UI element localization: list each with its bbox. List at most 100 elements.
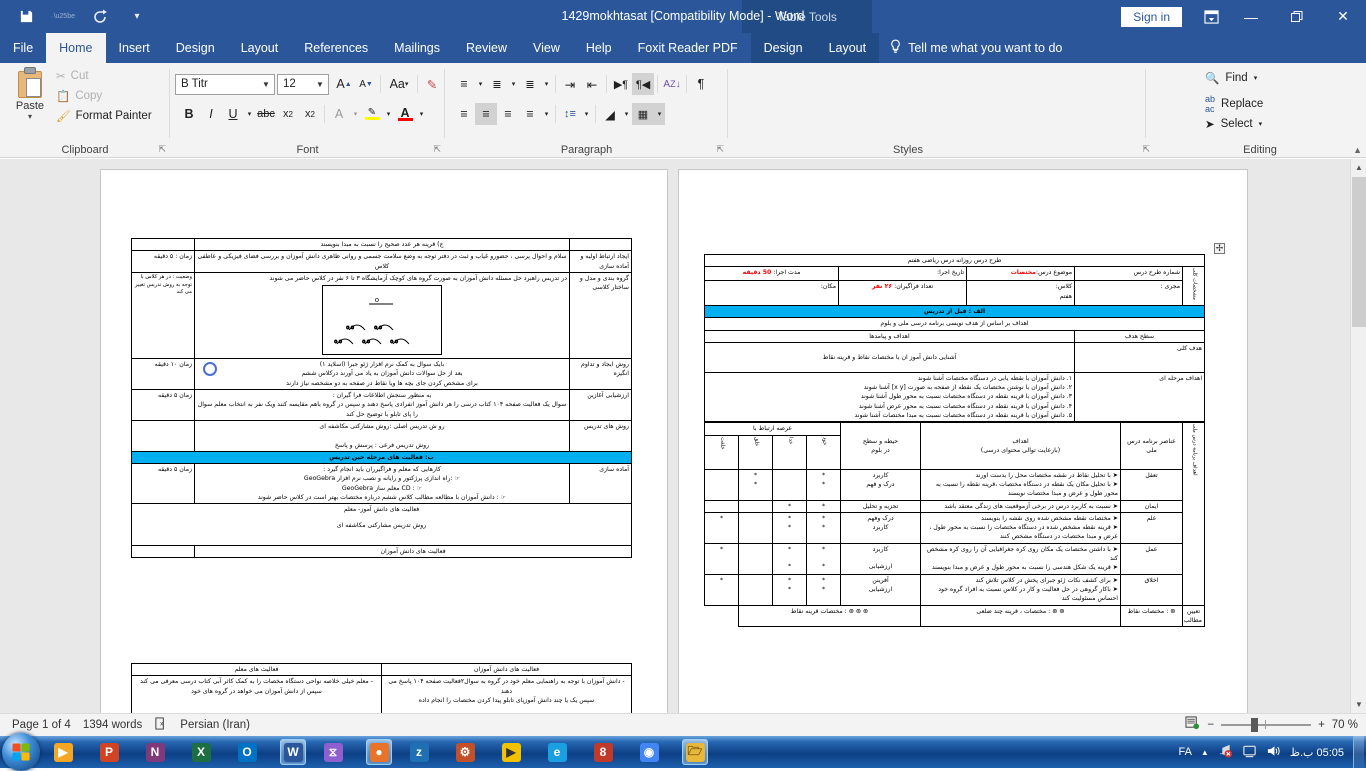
grow-font-icon[interactable]: A ▲: [333, 73, 355, 95]
shading-dropdown-icon[interactable]: ▾: [621, 103, 632, 125]
show-desktop-button[interactable]: [1353, 736, 1364, 768]
web-layout-icon[interactable]: [1185, 716, 1200, 733]
scroll-up-icon[interactable]: ▲: [1351, 159, 1366, 176]
multilevel-list-icon[interactable]: ≣: [519, 73, 541, 95]
tab-foxit-reader-pdf[interactable]: Foxit Reader PDF: [625, 33, 751, 63]
save-icon[interactable]: [14, 5, 38, 29]
media-player-classic-icon[interactable]: ▶: [498, 739, 524, 765]
customize-qat-icon[interactable]: ▾: [125, 5, 149, 29]
vertical-scrollbar[interactable]: ▲ ▼: [1350, 159, 1366, 713]
chevron-down-icon[interactable]: ▼: [258, 80, 274, 89]
network-error-icon[interactable]: [1218, 744, 1233, 761]
table-move-handle[interactable]: ✢: [1214, 243, 1225, 254]
mrt-tool-icon[interactable]: ⚙: [452, 739, 478, 765]
language-indicator-tray[interactable]: FA: [1178, 746, 1191, 758]
tab-table-design[interactable]: Design: [751, 33, 816, 63]
tab-mailings[interactable]: Mailings: [381, 33, 453, 63]
chevron-down-icon[interactable]: ▼: [312, 80, 328, 89]
strikethrough-icon[interactable]: abc: [255, 103, 277, 125]
borders-dropdown-icon[interactable]: ▾: [654, 103, 665, 125]
clock[interactable]: 05:05 ب.ظ: [1290, 746, 1344, 759]
tab-review[interactable]: Review: [453, 33, 520, 63]
action-center-icon[interactable]: [1242, 744, 1257, 761]
format-painter-button[interactable]: 🖌 Format Painter: [56, 109, 152, 123]
justify-dropdown-icon[interactable]: ▾: [541, 103, 552, 125]
change-case-icon[interactable]: Aa ▾: [384, 73, 414, 95]
outlook-icon[interactable]: O: [234, 739, 260, 765]
movie-maker-icon[interactable]: ⧖: [320, 739, 346, 765]
scroll-down-icon[interactable]: ▼: [1351, 696, 1366, 713]
tab-help[interactable]: Help: [573, 33, 625, 63]
multilevel-dropdown-icon[interactable]: ▾: [541, 73, 552, 95]
italic-icon[interactable]: I: [200, 103, 222, 125]
font-color-dropdown-icon[interactable]: ▾: [416, 103, 427, 125]
zarinpal-icon[interactable]: z: [406, 739, 432, 765]
subscript-icon[interactable]: x2: [277, 103, 299, 125]
onenote-icon[interactable]: N: [142, 739, 168, 765]
numbering-icon[interactable]: ≣: [486, 73, 508, 95]
close-button[interactable]: ✕: [1320, 0, 1366, 33]
sort-icon[interactable]: A Z ↓: [661, 73, 683, 95]
tab-home[interactable]: Home: [46, 33, 106, 63]
scrollbar-thumb[interactable]: [1352, 177, 1366, 327]
ltr-text-direction-icon[interactable]: ▶¶: [610, 73, 632, 95]
select-dropdown-icon[interactable]: ▾: [1259, 120, 1263, 128]
restore-button[interactable]: [1274, 0, 1320, 33]
google-chrome-icon[interactable]: ◉: [636, 739, 662, 765]
superscript-icon[interactable]: x2: [299, 103, 321, 125]
decrease-indent-icon[interactable]: ⇥: [559, 73, 581, 95]
excel-icon[interactable]: X: [188, 739, 214, 765]
collapse-ribbon-icon[interactable]: ▲: [1353, 145, 1362, 155]
start-button[interactable]: [2, 733, 40, 771]
windows-media-player-icon[interactable]: ▶: [50, 739, 76, 765]
tell-me-box[interactable]: Tell me what you want to do: [879, 33, 1072, 63]
align-left-icon[interactable]: ≡: [453, 103, 475, 125]
shrink-font-icon[interactable]: A ▼: [355, 73, 377, 95]
shading-icon[interactable]: ◢: [599, 103, 621, 125]
document-canvas[interactable]: ج) قرینه هر عدد صحیح را نسبت به مبدا بنو…: [0, 159, 1366, 713]
line-spacing-dropdown-icon[interactable]: ▾: [581, 103, 592, 125]
find-dropdown-icon[interactable]: ▾: [1254, 74, 1258, 82]
undo-icon[interactable]: \u25be: [51, 5, 75, 29]
ribbon-display-options-icon[interactable]: [1194, 0, 1228, 33]
zoom-slider-knob[interactable]: [1251, 717, 1259, 732]
text-highlight-color-icon[interactable]: ✎: [361, 103, 383, 125]
word-icon[interactable]: W: [280, 739, 306, 765]
line-spacing-icon[interactable]: ↕≡: [559, 103, 581, 125]
numbering-dropdown-icon[interactable]: ▾: [508, 73, 519, 95]
tab-design[interactable]: Design: [163, 33, 228, 63]
text-effects-dropdown-icon[interactable]: ▾: [350, 103, 361, 125]
zoom-in-button[interactable]: +: [1318, 719, 1325, 731]
font-size-combo[interactable]: 12 ▼: [277, 73, 329, 95]
cut-button[interactable]: ✂ Cut: [56, 69, 89, 83]
tab-table-layout[interactable]: Layout: [816, 33, 880, 63]
tab-references[interactable]: References: [291, 33, 381, 63]
minimize-button[interactable]: —: [1228, 0, 1274, 33]
firefox-icon[interactable]: ●: [366, 739, 392, 765]
zoom-slider[interactable]: [1221, 717, 1312, 732]
bullets-dropdown-icon[interactable]: ▾: [475, 73, 486, 95]
file-explorer-icon[interactable]: 🗁: [682, 739, 708, 765]
zoom-level[interactable]: 70 %: [1332, 719, 1358, 731]
paste-button[interactable]: Paste ▾: [8, 67, 52, 121]
increase-indent-icon[interactable]: ⇤: [581, 73, 603, 95]
font-dialog-launcher-icon[interactable]: ⇱: [433, 144, 441, 155]
zoom-out-button[interactable]: −: [1207, 719, 1214, 731]
page-indicator[interactable]: Page 1 of 4: [12, 719, 71, 731]
align-right-icon[interactable]: ≡: [497, 103, 519, 125]
align-center-icon[interactable]: ≡: [475, 103, 497, 125]
tab-insert[interactable]: Insert: [106, 33, 163, 63]
underline-icon[interactable]: U: [222, 103, 244, 125]
styles-dialog-launcher-icon[interactable]: ⇱: [1142, 144, 1150, 155]
underline-dropdown-icon[interactable]: ▾: [244, 103, 255, 125]
tab-layout[interactable]: Layout: [228, 33, 292, 63]
paste-dropdown-arrow-icon[interactable]: ▾: [8, 112, 52, 121]
borders-icon[interactable]: ▦: [632, 103, 654, 125]
bullets-icon[interactable]: ≡: [453, 73, 475, 95]
highlight-dropdown-icon[interactable]: ▾: [383, 103, 394, 125]
font-name-combo[interactable]: B Titr ▼: [175, 73, 275, 95]
proofing-errors-icon[interactable]: x: [154, 717, 168, 733]
clear-formatting-icon[interactable]: ✎: [421, 73, 443, 95]
internet-explorer-icon[interactable]: e: [544, 739, 570, 765]
redo-icon[interactable]: [88, 5, 112, 29]
